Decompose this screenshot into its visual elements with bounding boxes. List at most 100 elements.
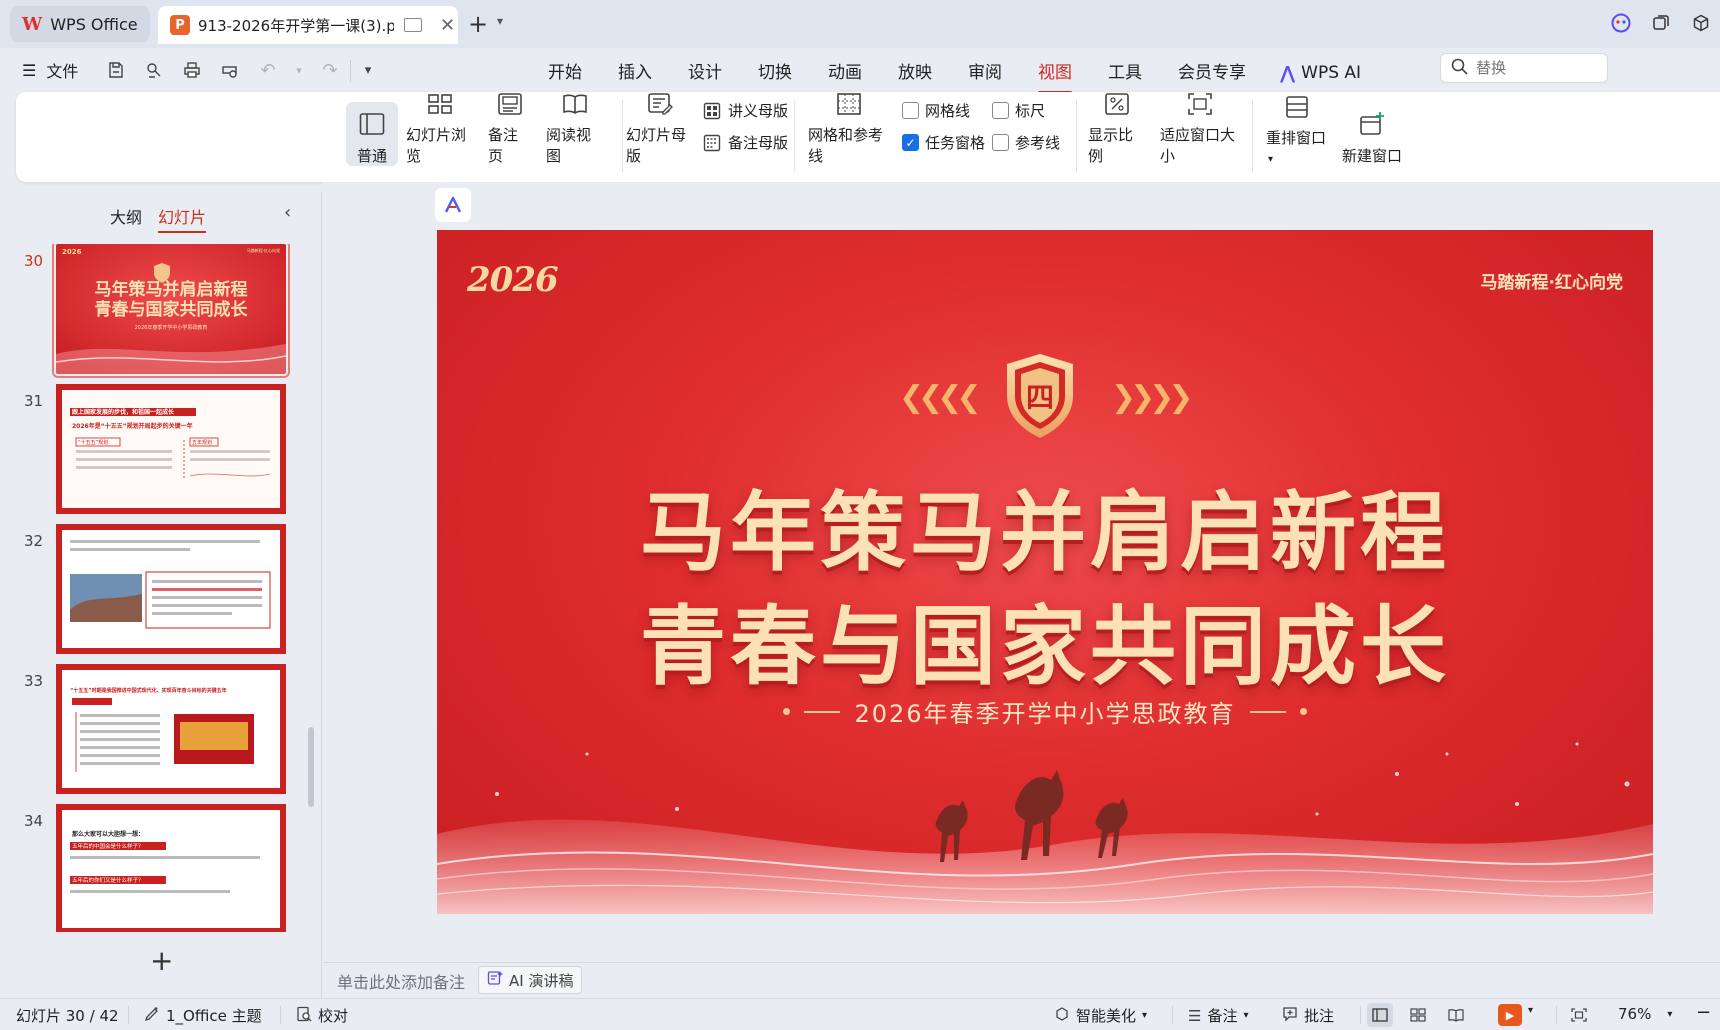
task-pane-check-icon[interactable]: ✓ [902, 134, 919, 151]
slide-thumbnail-row[interactable]: 30 马年策马并肩启新程 青春与国家共同成长 2026年春季开学中小学思政教育 … [0, 244, 300, 378]
fit-window-button[interactable]: 适应窗口大小 [1154, 93, 1246, 166]
play-slideshow-icon[interactable]: ▶ [1498, 1004, 1522, 1026]
fit-slide-icon[interactable] [1566, 1003, 1592, 1027]
slide-thumbnail-33[interactable]: “十五五”时期是我国推进中国式现代化、实现百年奋斗目标的关键五年 [56, 664, 286, 794]
close-tab-icon[interactable]: ✕ [440, 15, 455, 36]
slide-thumbnail-row[interactable]: 31 跟上国家发展的步伐，和祖国一起成长 2026年是“十五五”规划开局起步的关… [0, 384, 300, 514]
window-restore-icon[interactable] [1650, 12, 1672, 34]
redo-icon[interactable]: ↷ [318, 58, 342, 82]
chevron-right-decoration-icon: ❯❯❯❯ [1111, 380, 1194, 415]
zoom-level[interactable]: 76% ▾ [1618, 1005, 1672, 1023]
tab-outline[interactable]: 大纲 [110, 204, 142, 233]
normal-view-status-icon[interactable] [1367, 1003, 1393, 1027]
new-window-button[interactable]: 新建窗口 [1336, 102, 1408, 166]
thumbnail-scrollbar[interactable] [308, 727, 314, 807]
tab-slideshow[interactable]: 放映 [880, 58, 950, 88]
arrange-windows-button[interactable]: 重排窗口▾ [1260, 96, 1334, 166]
notes-pane[interactable]: 单击此处添加备注 AI 演讲稿 [323, 962, 1720, 998]
notes-placeholder[interactable]: 单击此处添加备注 [337, 969, 465, 993]
tab-view[interactable]: 视图 [1020, 58, 1090, 94]
tab-slides[interactable]: 幻灯片 [158, 204, 207, 233]
customize-toolbar-icon[interactable]: ▾ [356, 58, 380, 82]
slide-thumbnail-row[interactable]: 33 “十五五”时期是我国推进中国式现代化、实现百年奋斗目标的关键五年 [0, 664, 300, 794]
slide-number: 34 [24, 812, 44, 830]
slide-master-button[interactable]: 幻灯片母版 [620, 93, 700, 166]
tab-wps-ai[interactable]: ⋀ WPS AI [1264, 58, 1377, 88]
tab-member[interactable]: 会员专享 [1160, 58, 1264, 88]
tab-transitions[interactable]: 切换 [740, 58, 810, 88]
zoom-button[interactable]: 显示比例 [1082, 93, 1152, 166]
copilot-icon[interactable] [1610, 12, 1632, 34]
slide-thumbnail-30[interactable]: 马年策马并肩启新程 青春与国家共同成长 2026年春季开学中小学思政教育 202… [52, 244, 290, 378]
ai-speech-button[interactable]: AI 演讲稿 [478, 966, 583, 994]
slide-sorter-status-icon[interactable] [1405, 1003, 1431, 1027]
undo-icon[interactable]: ↶ [256, 58, 280, 82]
theme-indicator[interactable]: 1_Office 主题 [144, 1005, 262, 1026]
search-icon [1451, 58, 1468, 79]
tab-design[interactable]: 设计 [670, 58, 740, 88]
normal-view-button[interactable]: 普通 [346, 102, 398, 166]
reading-view-button[interactable]: 阅读视图 [540, 94, 610, 166]
slide-thumbnail-32[interactable] [56, 524, 286, 654]
ruler-checkbox[interactable]: 标尺 [992, 100, 1045, 121]
file-menu[interactable]: ☰ 文件 [22, 58, 78, 82]
tab-document[interactable]: P 913-2026年开学第一课(3).pptx ✕ [158, 6, 458, 44]
notes-master-button[interactable]: 备注母版 [702, 132, 788, 153]
tab-animations[interactable]: 动画 [810, 58, 880, 88]
cube-icon[interactable] [1690, 12, 1712, 34]
save-icon[interactable] [104, 58, 128, 82]
slide-number: 31 [24, 392, 44, 410]
task-pane-label: 任务窗格 [925, 134, 986, 152]
slide-thumbnail-34[interactable]: 那么大家可以大胆想一想： 五年后的中国会是什么样子？ 五年后的你们又是什么样子？ [56, 804, 286, 932]
slide-thumbnail-31[interactable]: 跟上国家发展的步伐，和祖国一起成长 2026年是“十五五”规划开局起步的关键一年… [56, 384, 286, 514]
tab-label: 913-2026年开学第一课(3).pptx [198, 16, 394, 35]
arrange-windows-icon [1283, 95, 1311, 119]
gridlines-check-icon[interactable] [902, 102, 919, 119]
new-tab-button[interactable]: + [468, 10, 488, 38]
quick-access-toolbar: ↶ ▾ ↷ ▾ [104, 58, 380, 82]
current-slide[interactable]: 2026 马踏新程·红心向党 ❮❮❮❮ 四 ❯❯❯❯ 马年策马并肩启新程 青春与… [437, 230, 1653, 914]
handout-master-icon [702, 101, 722, 121]
ai-assistant-icon[interactable] [435, 188, 471, 222]
chevron-down-icon[interactable]: ▾ [294, 58, 304, 82]
grid-guides-button[interactable]: 网格和参考线 [802, 93, 896, 166]
search-box[interactable] [1440, 53, 1608, 83]
print-preview-icon[interactable] [218, 58, 242, 82]
collapse-panel-icon[interactable]: ‹ [284, 202, 291, 223]
thumb-title: 马年策马并肩启新程 青春与国家共同成长 [94, 280, 248, 320]
horses-illustration [935, 770, 1128, 862]
search-input[interactable] [1476, 59, 1586, 77]
notes-master-icon [702, 133, 722, 153]
slide-sorter-button[interactable]: 幻灯片浏览 [400, 94, 480, 166]
task-pane-checkbox[interactable]: ✓ 任务窗格 [902, 132, 985, 153]
chevron-down-icon[interactable]: ▾ [497, 14, 503, 28]
comments-button[interactable]: 批注 [1282, 1005, 1334, 1026]
ruler-check-icon[interactable] [992, 102, 1009, 119]
slide-thumbnail-row[interactable]: 32 [0, 524, 300, 654]
handout-master-button[interactable]: 讲义母版 [702, 100, 788, 121]
monitor-icon[interactable] [404, 18, 422, 32]
tab-wps-office[interactable]: W WPS Office [10, 6, 150, 42]
smart-beautify-button[interactable]: 智能美化 ▾ [1054, 1005, 1147, 1026]
notes-toggle-button[interactable]: ☰ 备注 ▾ [1188, 1005, 1249, 1026]
thumb-year: 2026 [62, 248, 82, 256]
guides-check-icon[interactable] [992, 134, 1009, 151]
zoom-out-icon[interactable]: − [1696, 1002, 1711, 1023]
add-slide-button[interactable]: + [150, 944, 173, 977]
slide-thumbnail-row[interactable]: 34 那么大家可以大胆想一想： 五年后的中国会是什么样子？ 五年后的你们又是什么… [0, 804, 300, 932]
tab-insert[interactable]: 插入 [600, 58, 670, 88]
tab-home[interactable]: 开始 [530, 58, 600, 88]
guides-checkbox[interactable]: 参考线 [992, 132, 1060, 153]
tab-review[interactable]: 审阅 [950, 58, 1020, 88]
print-icon[interactable] [180, 58, 204, 82]
chevron-down-icon[interactable]: ▾ [1528, 1005, 1533, 1016]
export-icon[interactable] [142, 58, 166, 82]
proofread-button[interactable]: 校对 [296, 1005, 348, 1026]
normal-view-icon [358, 111, 386, 137]
notes-page-button[interactable]: 备注页 [482, 93, 538, 166]
subtitle-text: 2026年春季开学中小学思政教育 [854, 700, 1236, 728]
reading-view-status-icon[interactable] [1443, 1003, 1469, 1027]
shield-badge-text: 四 [1025, 381, 1054, 414]
gridlines-checkbox[interactable]: 网格线 [902, 100, 970, 121]
tab-tools[interactable]: 工具 [1090, 58, 1160, 88]
